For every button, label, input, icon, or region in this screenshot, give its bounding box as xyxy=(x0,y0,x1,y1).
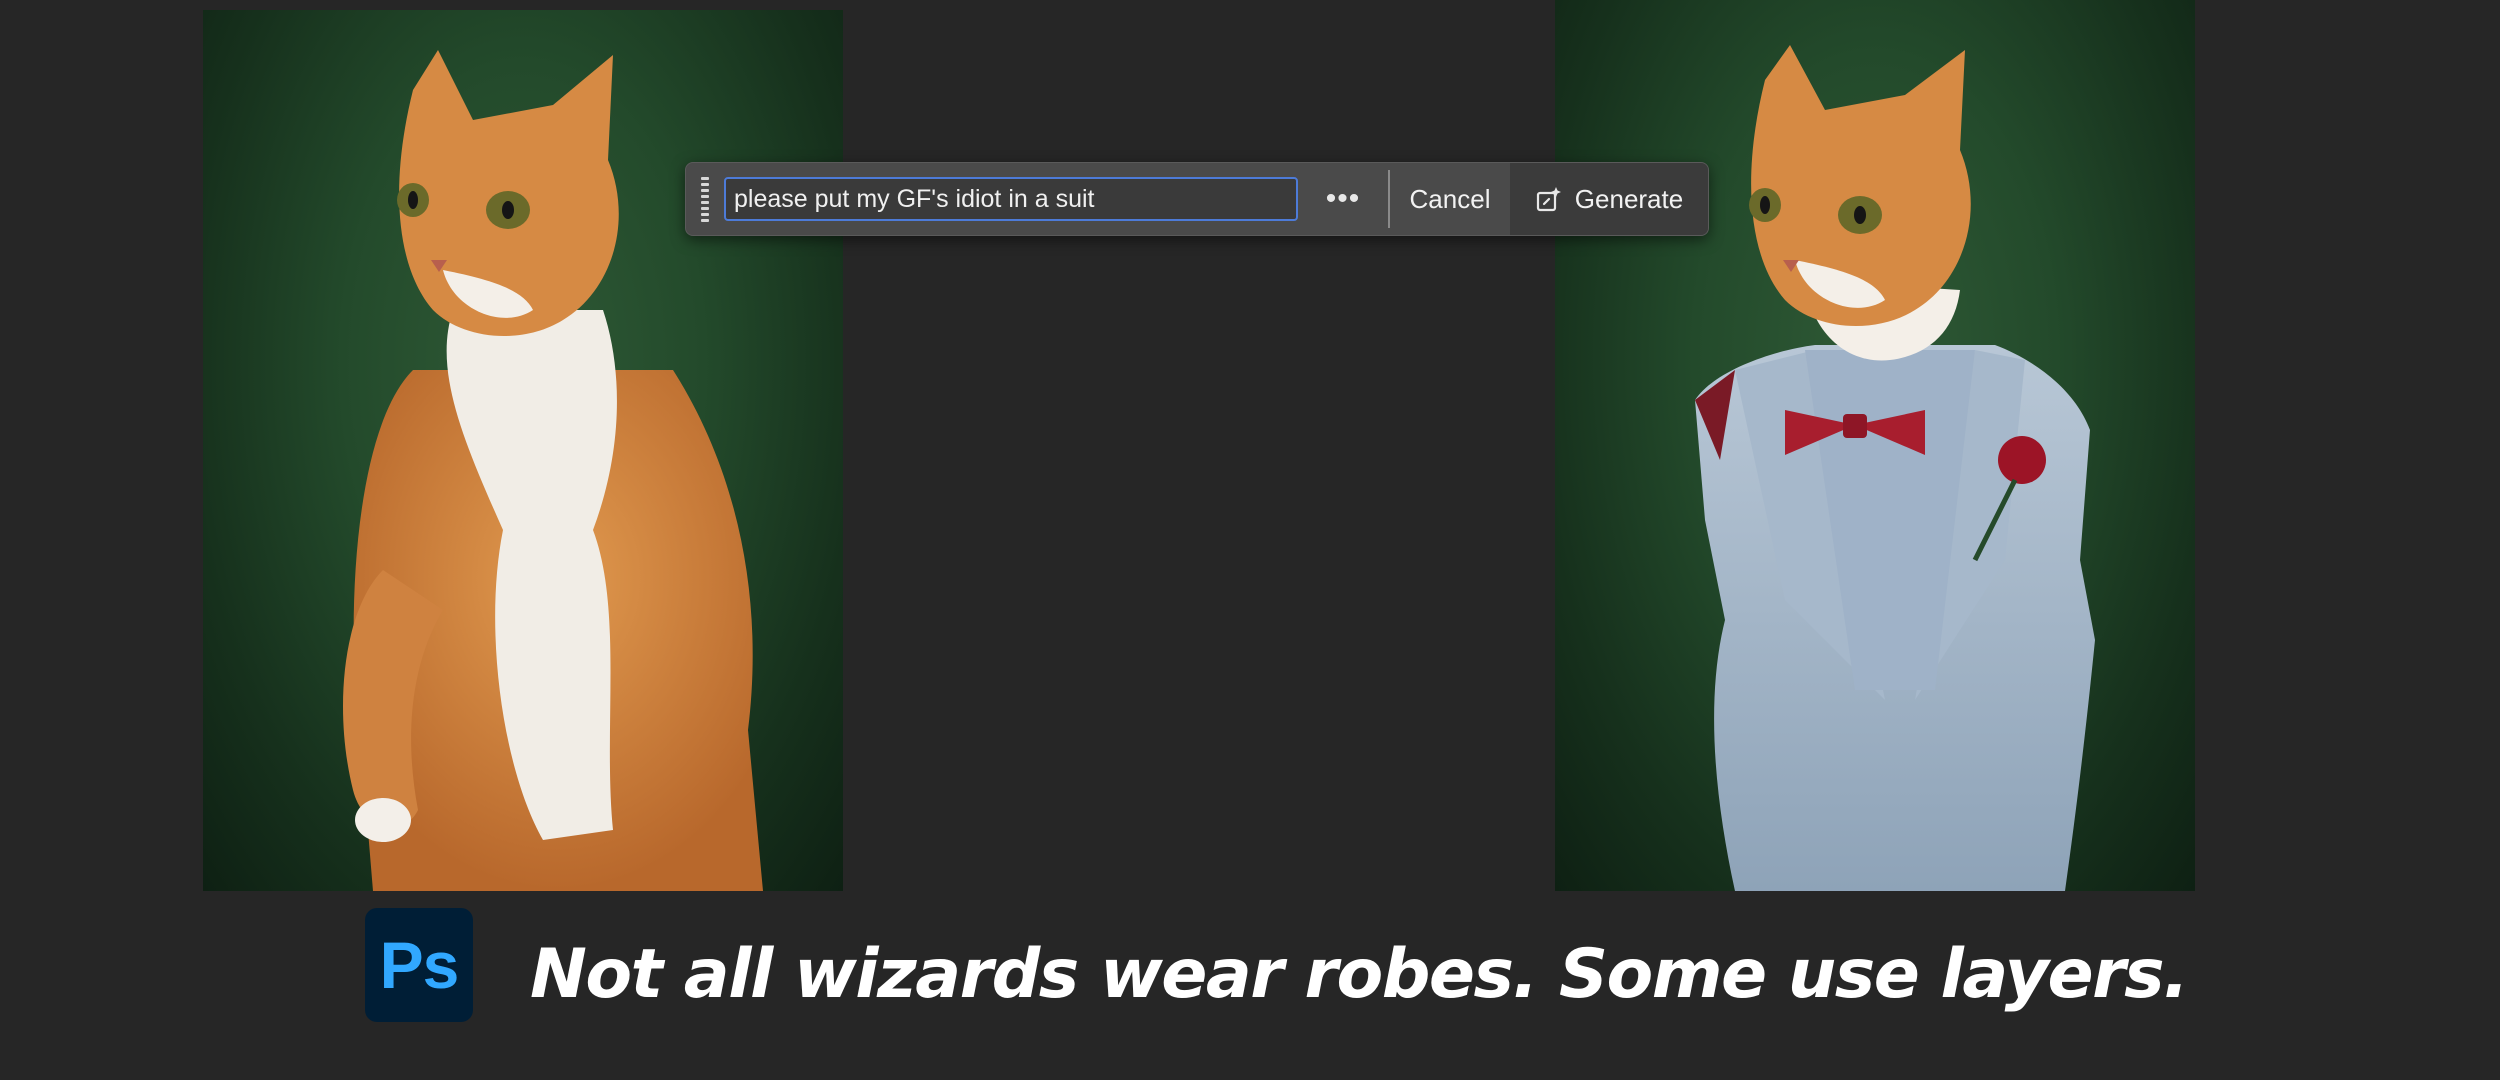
generative-fill-taskbar: ••• Cancel Generate xyxy=(685,162,1709,236)
cancel-button[interactable]: Cancel xyxy=(1390,163,1510,235)
more-options-icon: ••• xyxy=(1325,182,1361,215)
drag-handle-icon[interactable] xyxy=(692,163,718,235)
photoshop-logo: Ps xyxy=(365,908,473,1022)
generate-label: Generate xyxy=(1574,183,1684,214)
more-options-button[interactable]: ••• xyxy=(1298,163,1388,235)
generate-button[interactable]: Generate xyxy=(1510,163,1708,235)
cancel-label: Cancel xyxy=(1409,183,1491,214)
prompt-input[interactable] xyxy=(724,177,1298,221)
original-cat-image xyxy=(203,10,843,891)
generated-cat-in-suit-image xyxy=(1555,0,2195,891)
generate-sparkle-icon xyxy=(1536,187,1561,212)
tagline: Not all wizards wear robes. Some use lay… xyxy=(530,935,2189,1014)
